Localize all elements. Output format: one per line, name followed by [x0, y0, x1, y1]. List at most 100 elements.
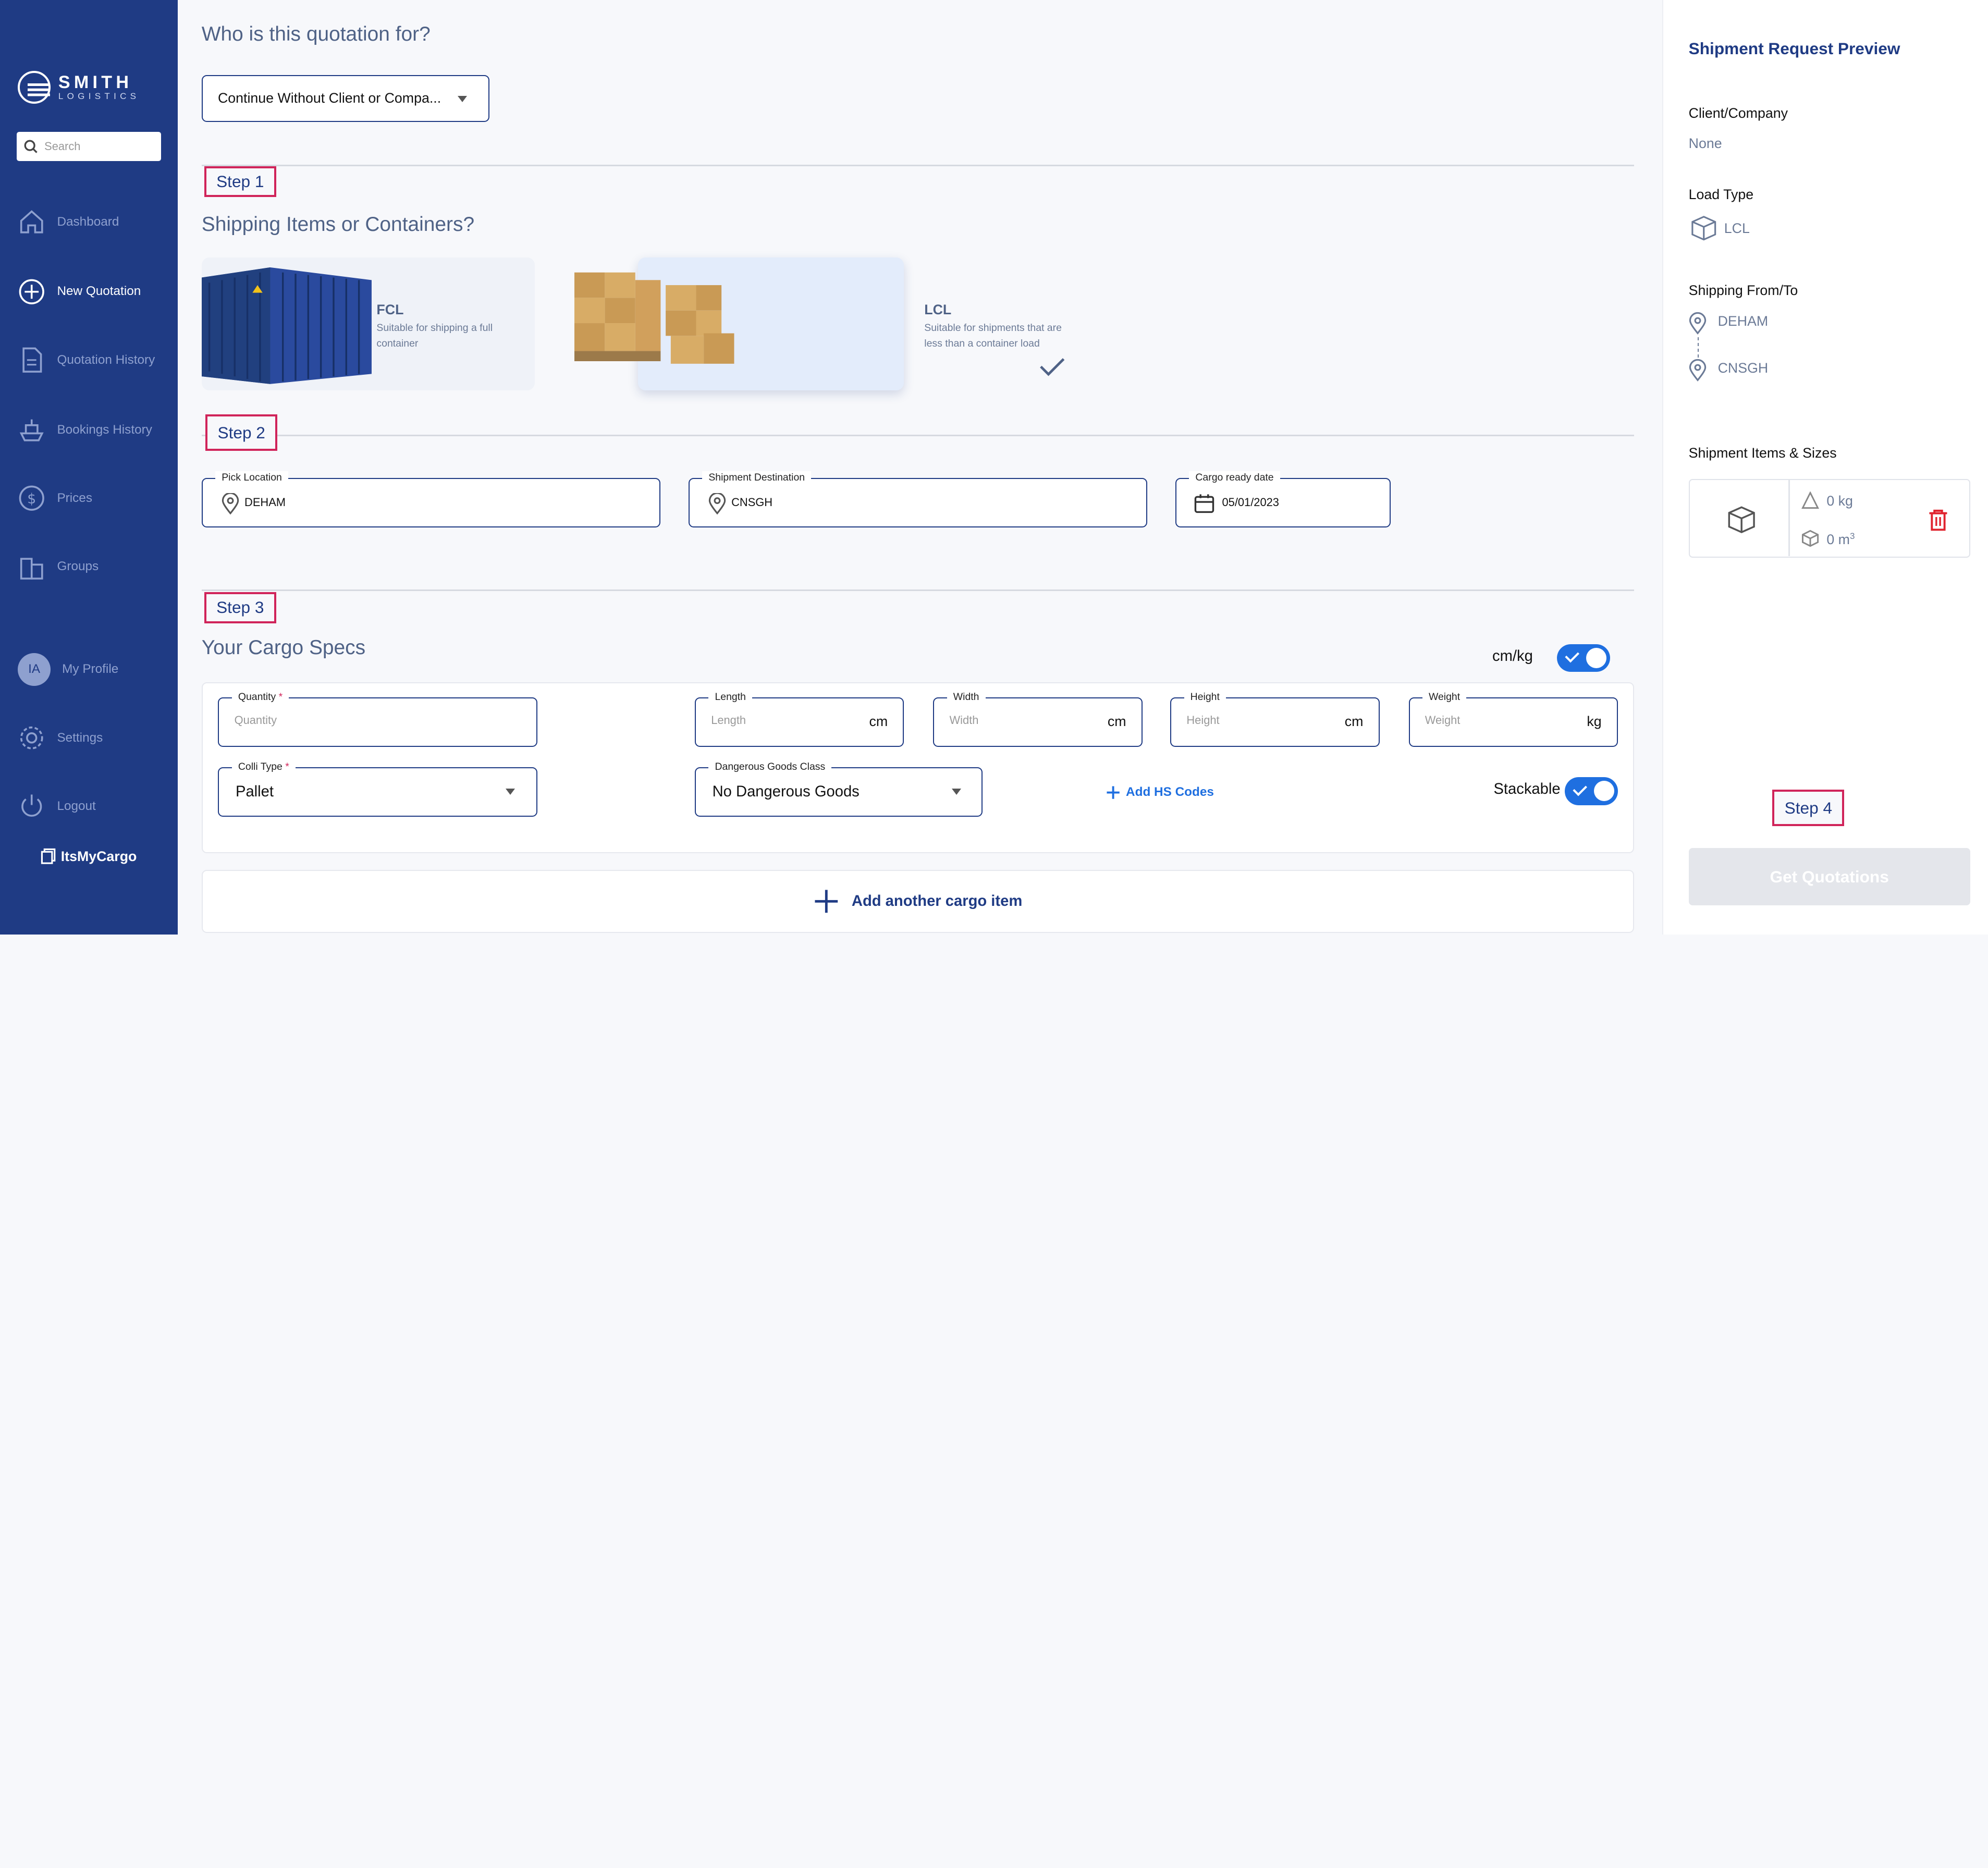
footer-brand: ItsMyCargo	[41, 848, 137, 865]
add-hs-codes-button[interactable]: Add HS Codes	[1106, 785, 1214, 800]
fcl-card[interactable]: FCL Suitable for shipping a full contain…	[201, 257, 535, 391]
route-label: Shipping From/To	[1688, 282, 1798, 299]
length-field[interactable]: Length cm	[695, 691, 904, 747]
height-label: Height	[1184, 691, 1226, 704]
main-content: Who is this quotation for? Continue With…	[178, 0, 1661, 935]
buildings-icon	[20, 557, 43, 580]
shipment-item-card: 0 kg 0 m3	[1688, 479, 1970, 558]
nav-new-quotation[interactable]: New Quotation	[18, 278, 141, 306]
lcl-title: LCL	[924, 301, 952, 317]
toggle-check-icon	[1565, 648, 1580, 663]
step-2-label: Step 2	[205, 414, 278, 451]
logo[interactable]: SMITH LOGISTICS	[18, 71, 140, 104]
width-label: Width	[947, 691, 986, 704]
lcl-card[interactable]: LCL Suitable for shipments that are less…	[574, 257, 1065, 391]
divider-step3	[201, 589, 1635, 591]
step-3-label: Step 3	[204, 592, 276, 623]
ready-date-label: Cargo ready date	[1189, 471, 1280, 484]
who-heading: Who is this quotation for?	[201, 22, 431, 45]
weight-unit: kg	[1587, 714, 1602, 730]
dangerous-goods-select[interactable]: Dangerous Goods Class No Dangerous Goods	[695, 760, 983, 817]
nav-groups[interactable]: Groups	[18, 553, 99, 581]
pick-location-field[interactable]: Pick Location DEHAM	[201, 471, 661, 527]
box-icon	[1691, 216, 1716, 241]
nav-logout[interactable]: Logout	[18, 792, 96, 820]
location-pin-icon	[709, 493, 726, 515]
app-root: SMITH LOGISTICS Dashboard New Quotation …	[0, 0, 1988, 935]
dollar-icon: $	[19, 485, 44, 511]
preview-panel: Shipment Request Preview Client/Company …	[1662, 0, 1988, 935]
width-input[interactable]	[949, 714, 1076, 728]
cargo-heading: Your Cargo Specs	[201, 636, 366, 659]
client-select[interactable]: Continue Without Client or Compa...	[201, 75, 489, 122]
nav-my-profile-label: My Profile	[62, 662, 119, 677]
colli-type-label: Colli Type *	[231, 760, 296, 773]
quantity-input[interactable]	[234, 714, 361, 728]
item-weight: 0 kg	[1826, 493, 1853, 509]
get-quotations-button[interactable]: Get Quotations	[1688, 848, 1970, 905]
nav-quotation-history[interactable]: Quotation History	[18, 346, 155, 374]
nav-dashboard[interactable]: Dashboard	[18, 208, 119, 236]
chevron-down-icon	[506, 788, 516, 795]
itsmycargo-logo-icon	[41, 849, 56, 865]
pick-location-label: Pick Location	[215, 471, 288, 484]
colli-type-select[interactable]: Colli Type * Pallet	[218, 760, 538, 817]
toggle-knob	[1586, 648, 1606, 668]
toggle-check-icon	[1573, 781, 1587, 796]
plus-circle-icon	[19, 279, 44, 304]
length-input[interactable]	[711, 714, 838, 728]
client-select-value: Continue Without Client or Compa...	[217, 90, 441, 106]
nav-quotation-history-label: Quotation History	[57, 352, 155, 367]
client-value: None	[1688, 136, 1722, 152]
height-field[interactable]: Height cm	[1170, 691, 1380, 747]
add-cargo-item-label: Add another cargo item	[851, 892, 1023, 910]
route-from: DEHAM	[1717, 313, 1769, 329]
weight-input[interactable]	[1425, 714, 1552, 728]
client-label: Client/Company	[1688, 105, 1788, 121]
add-cargo-item-button[interactable]: Add another cargo item	[201, 869, 1635, 933]
plus-icon	[815, 890, 838, 913]
nav-settings[interactable]: Settings	[18, 724, 103, 752]
nav-new-quotation-label: New Quotation	[57, 284, 141, 299]
chevron-down-icon	[952, 788, 962, 795]
route-to: CNSGH	[1717, 360, 1769, 376]
length-label: Length	[708, 691, 753, 704]
dangerous-goods-value: No Dangerous Goods	[712, 783, 860, 800]
nav-bookings-history[interactable]: Bookings History	[18, 416, 152, 444]
location-pin-icon	[1689, 312, 1706, 335]
nav-my-profile[interactable]: IA My Profile	[18, 653, 118, 686]
logo-mark-icon	[18, 71, 51, 104]
lcl-description: Suitable for shipments that are less tha…	[924, 322, 1062, 349]
items-label: Shipment Items & Sizes	[1688, 445, 1837, 461]
nav-settings-label: Settings	[57, 730, 103, 745]
home-icon	[20, 210, 43, 233]
search-input[interactable]	[44, 139, 146, 153]
ship-icon	[19, 419, 44, 441]
add-hs-codes-label: Add HS Codes	[1126, 785, 1214, 800]
quantity-field[interactable]: Quantity *	[218, 691, 538, 747]
pick-location-value: DEHAM	[244, 495, 286, 509]
chevron-down-icon	[457, 96, 467, 103]
height-input[interactable]	[1186, 714, 1314, 728]
item-volume: 0 m3	[1826, 531, 1855, 547]
width-unit: cm	[1107, 714, 1126, 730]
ready-date-field[interactable]: Cargo ready date 05/01/2023	[1175, 471, 1391, 527]
length-unit: cm	[869, 714, 888, 730]
trash-icon[interactable]	[1928, 508, 1948, 531]
load-type-value: LCL	[1724, 220, 1750, 237]
nav-prices[interactable]: $ Prices	[18, 484, 92, 512]
destination-field[interactable]: Shipment Destination CNSGH	[688, 471, 1148, 527]
unit-toggle[interactable]	[1557, 644, 1611, 672]
preview-title: Shipment Request Preview	[1688, 39, 1900, 58]
width-field[interactable]: Width cm	[933, 691, 1143, 747]
dangerous-goods-label: Dangerous Goods Class	[708, 760, 832, 773]
load-type-label: Load Type	[1688, 186, 1754, 202]
plus-icon	[1107, 786, 1120, 799]
weight-field[interactable]: Weight kg	[1408, 691, 1618, 747]
sidebar: SMITH LOGISTICS Dashboard New Quotation …	[0, 0, 178, 935]
location-pin-icon	[1689, 359, 1706, 382]
box-icon	[1728, 506, 1755, 533]
destination-value: CNSGH	[731, 495, 773, 509]
route-connector	[1697, 337, 1699, 358]
stackable-toggle[interactable]	[1564, 777, 1618, 805]
